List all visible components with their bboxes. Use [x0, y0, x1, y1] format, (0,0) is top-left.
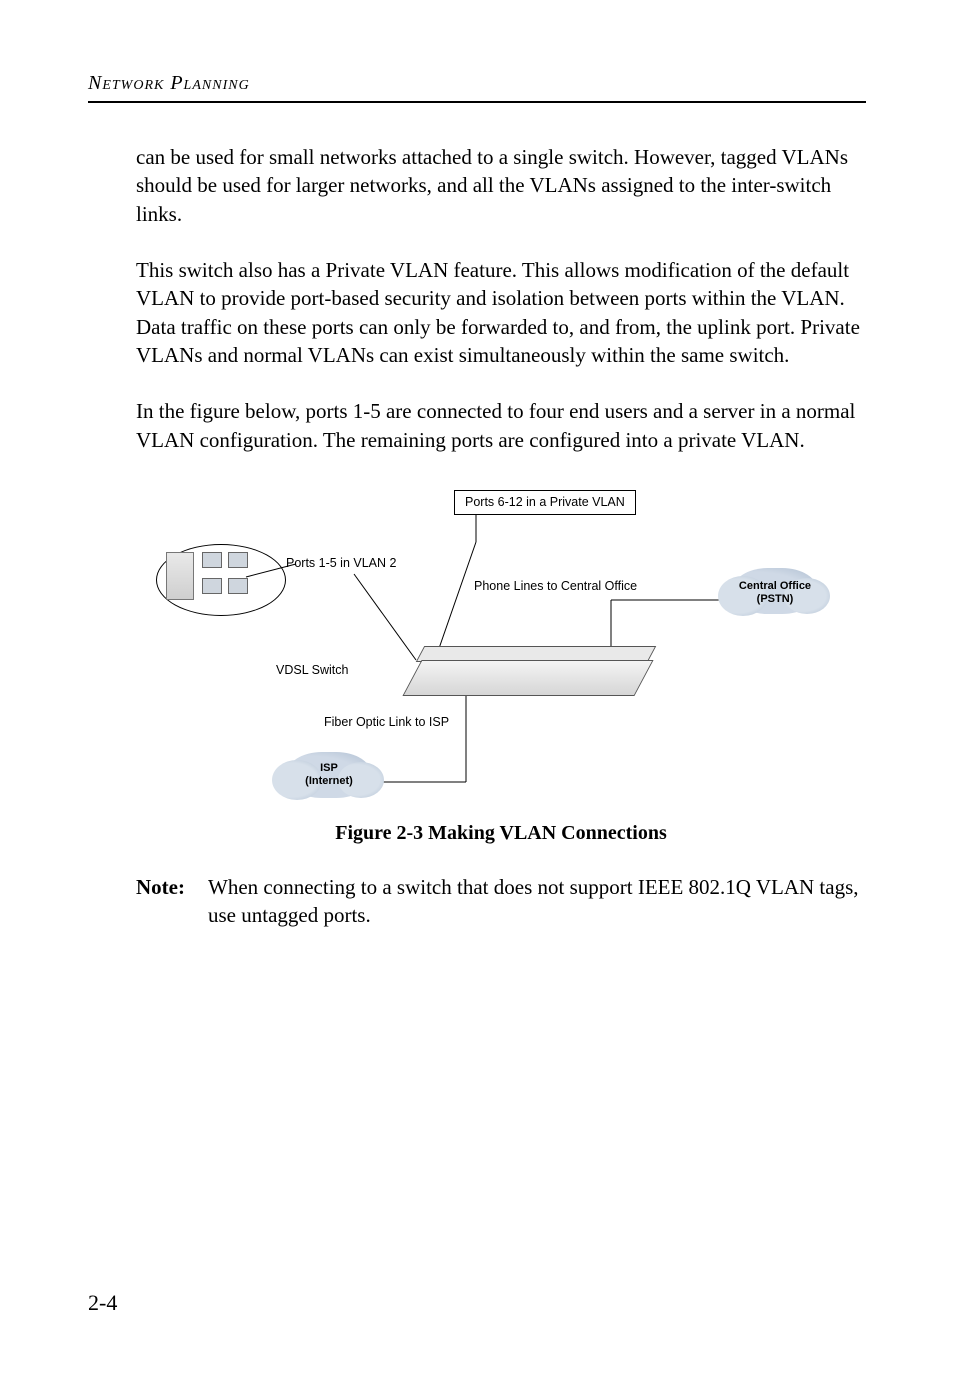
- label-isp: ISP (Internet): [284, 762, 374, 787]
- figure-2-3: Ports 6-12 in a Private VLAN Ports 1-5 i…: [136, 482, 866, 812]
- label-private-vlan: Ports 6-12 in a Private VLAN: [454, 490, 636, 515]
- label-vdsl-switch: VDSL Switch: [276, 662, 348, 679]
- note-text: When connecting to a switch that does no…: [208, 873, 866, 930]
- page-number: 2-4: [88, 1290, 117, 1316]
- label-fiber-link: Fiber Optic Link to ISP: [324, 714, 449, 731]
- label-central-office: Central Office (PSTN): [730, 580, 820, 605]
- pc-icon: [228, 578, 248, 594]
- label-phone-lines: Phone Lines to Central Office: [474, 578, 637, 595]
- label-isp-line1: ISP: [320, 762, 338, 774]
- label-central-office-line1: Central Office: [739, 580, 811, 592]
- label-ports-1-5: Ports 1-5 in VLAN 2: [286, 555, 396, 572]
- label-isp-line2: (Internet): [305, 775, 353, 787]
- paragraph-2: This switch also has a Private VLAN feat…: [136, 256, 866, 369]
- paragraph-1: can be used for small networks attached …: [136, 143, 866, 228]
- figure-caption: Figure 2-3 Making VLAN Connections: [136, 820, 866, 847]
- header-rule: [88, 101, 866, 103]
- note-label: Note:: [136, 873, 208, 930]
- server-icon: [166, 552, 194, 600]
- vdsl-switch-icon: [402, 660, 653, 696]
- pc-icon: [202, 578, 222, 594]
- paragraph-3: In the figure below, ports 1-5 are conne…: [136, 397, 866, 454]
- note-block: Note: When connecting to a switch that d…: [136, 873, 866, 930]
- pc-icon: [228, 552, 248, 568]
- running-header: Network Planning: [88, 72, 866, 95]
- label-central-office-line2: (PSTN): [757, 593, 794, 605]
- body-column: can be used for small networks attached …: [136, 143, 866, 930]
- pc-icon: [202, 552, 222, 568]
